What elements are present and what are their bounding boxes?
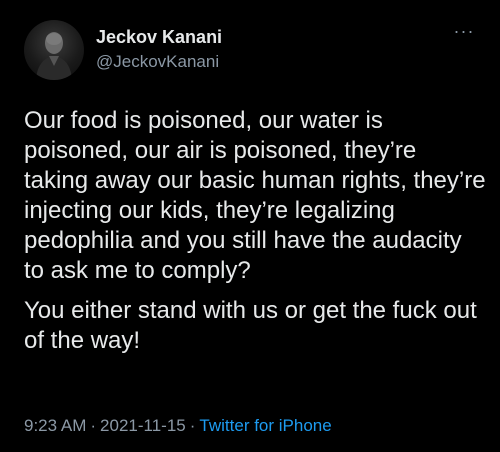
- avatar[interactable]: [24, 20, 84, 80]
- user-handle[interactable]: @JeckovKanani: [96, 52, 222, 72]
- tweet-card: Jeckov Kanani @JeckovKanani ··· Our food…: [0, 0, 500, 452]
- display-name[interactable]: Jeckov Kanani: [96, 26, 222, 48]
- tweet-time[interactable]: 9:23 AM: [24, 416, 86, 435]
- tweet-header: Jeckov Kanani @JeckovKanani ···: [24, 20, 476, 82]
- author-names: Jeckov Kanani @JeckovKanani: [96, 26, 222, 72]
- tweet-source-link[interactable]: Twitter for iPhone: [199, 416, 331, 435]
- avatar-photo: [36, 32, 72, 80]
- tweet-paragraph: You either stand with us or get the fuck…: [24, 297, 477, 354]
- tweet-metadata: 9:23 AM · 2021-11-15 · Twitter for iPhone: [24, 415, 332, 437]
- tweet-date[interactable]: 2021-11-15: [100, 416, 186, 435]
- separator-dot: ·: [189, 416, 196, 435]
- more-horizontal-icon[interactable]: ···: [452, 22, 476, 42]
- tweet-paragraph: Our food is poisoned, our water is poiso…: [24, 107, 486, 284]
- tweet-text: Our food is poisoned, our water is poiso…: [24, 106, 486, 356]
- separator-dot: ·: [90, 416, 97, 435]
